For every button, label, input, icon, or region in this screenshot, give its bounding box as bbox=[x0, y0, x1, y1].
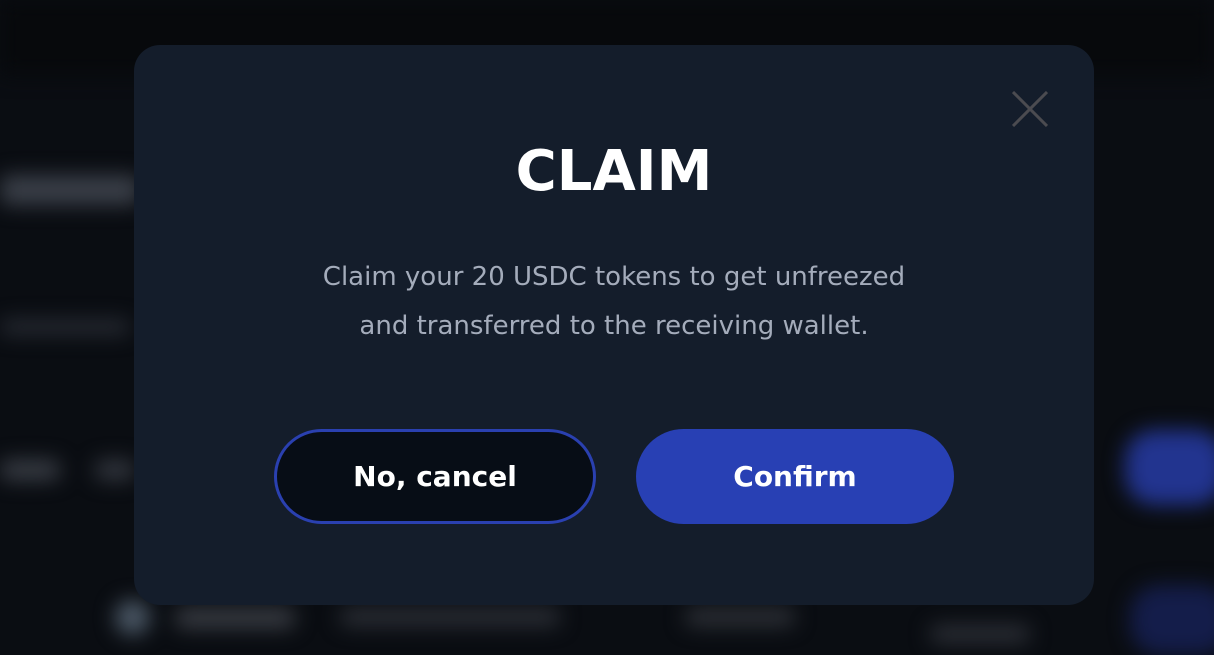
modal-message: Claim your 20 USDC tokens to get unfreez… bbox=[134, 253, 1094, 351]
close-button[interactable] bbox=[1011, 90, 1049, 128]
claim-modal: CLAIM Claim your 20 USDC tokens to get u… bbox=[134, 45, 1094, 605]
close-icon bbox=[1011, 90, 1049, 128]
modal-title: CLAIM bbox=[515, 139, 713, 204]
message-line-2: and transferred to the receiving wallet. bbox=[359, 311, 869, 341]
confirm-button[interactable]: Confirm bbox=[636, 429, 954, 524]
cancel-button[interactable]: No, cancel bbox=[274, 429, 596, 524]
message-line-1: Claim your 20 USDC tokens to get unfreez… bbox=[322, 262, 906, 292]
